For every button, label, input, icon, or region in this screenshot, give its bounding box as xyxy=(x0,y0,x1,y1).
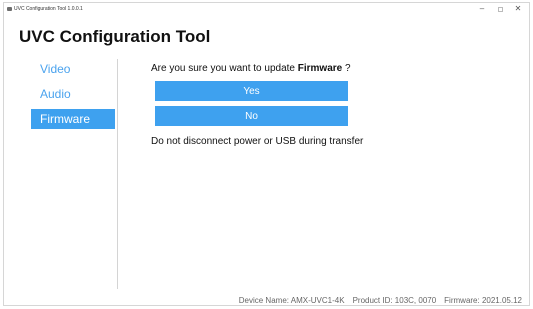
app-window: UVC Configuration Tool 1.0.0.1 – ✕ UVC C… xyxy=(3,2,530,306)
no-button-label: No xyxy=(245,110,258,122)
window-titlebar[interactable]: UVC Configuration Tool 1.0.0.1 – ✕ xyxy=(4,3,529,15)
sidebar-item-audio[interactable]: Audio xyxy=(31,84,115,104)
status-bar: Device Name: AMX-UVC1-4K Product ID: 103… xyxy=(239,296,522,305)
maximize-button[interactable] xyxy=(491,3,509,15)
product-id: Product ID: 103C, 0070 xyxy=(352,296,437,305)
minimize-button[interactable]: – xyxy=(473,3,491,15)
close-icon: ✕ xyxy=(514,4,522,13)
sidebar-item-label: Video xyxy=(40,62,71,76)
sidebar-item-label: Firmware xyxy=(40,112,90,126)
sidebar: Video Audio Firmware xyxy=(31,59,115,134)
firmware-version: Firmware: 2021.05.12 xyxy=(444,296,522,305)
transfer-warning: Do not disconnect power or USB during tr… xyxy=(151,136,364,147)
device-name: Device Name: AMX-UVC1-4K xyxy=(238,296,345,305)
sidebar-item-video[interactable]: Video xyxy=(31,59,115,79)
maximize-icon xyxy=(497,6,503,12)
yes-button-label: Yes xyxy=(243,85,260,97)
confirm-prompt: Are you sure you want to update Firmware… xyxy=(151,63,351,74)
close-button[interactable]: ✕ xyxy=(509,3,527,15)
prompt-prefix: Are you sure you want to update xyxy=(151,63,298,74)
window-title: UVC Configuration Tool 1.0.0.1 xyxy=(14,6,83,12)
yes-button[interactable]: Yes xyxy=(155,81,348,101)
no-button[interactable]: No xyxy=(155,106,348,126)
app-icon xyxy=(7,7,12,11)
prompt-target: Firmware xyxy=(297,63,343,74)
page-title: UVC Configuration Tool xyxy=(19,27,211,46)
prompt-suffix: ? xyxy=(342,63,351,74)
sidebar-item-label: Audio xyxy=(40,87,71,101)
minimize-icon: – xyxy=(479,4,485,13)
window-controls: – ✕ xyxy=(473,3,527,15)
sidebar-item-firmware[interactable]: Firmware xyxy=(31,109,115,129)
sidebar-divider xyxy=(117,59,118,289)
